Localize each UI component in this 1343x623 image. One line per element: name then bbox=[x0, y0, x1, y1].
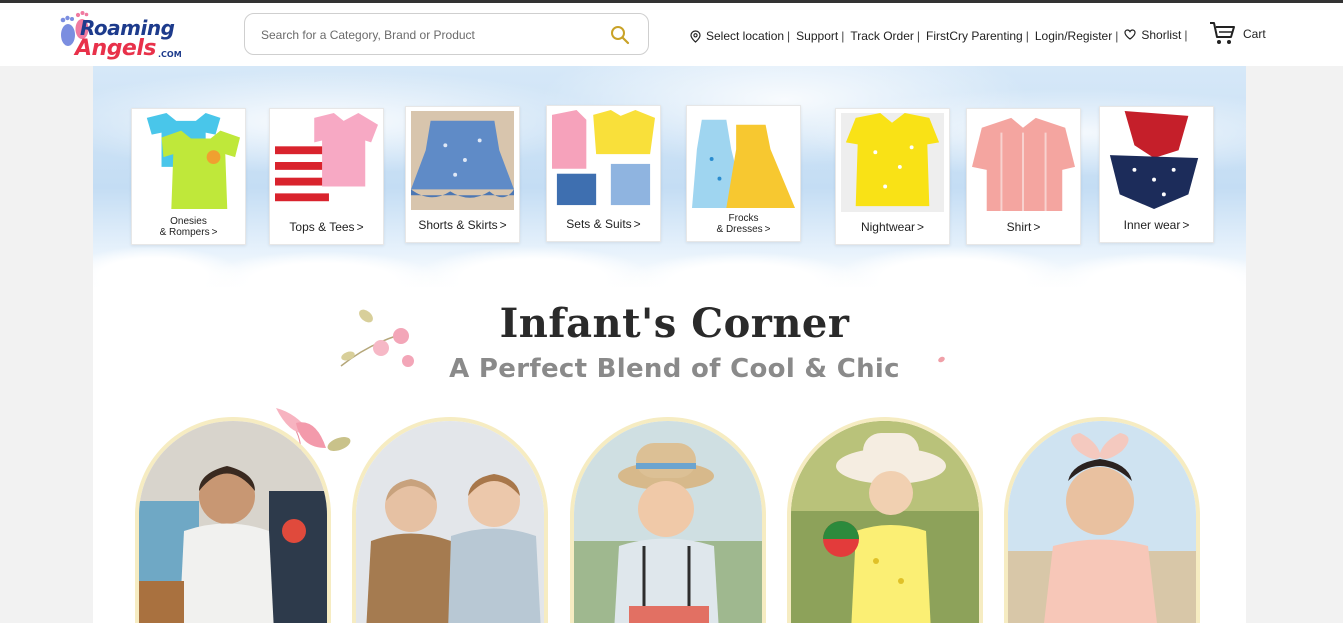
infant-product-card[interactable] bbox=[570, 417, 766, 623]
category-sets-suits[interactable]: Sets & Suits > bbox=[546, 105, 661, 242]
nav-separator: | bbox=[787, 29, 791, 43]
category-image bbox=[411, 111, 514, 210]
infant-product-card[interactable] bbox=[1004, 417, 1200, 623]
infants-corner-section: Infant's Corner A Perfect Blend of Cool … bbox=[93, 288, 1246, 623]
category-shorts-skirts[interactable]: Shorts & Skirts > bbox=[405, 106, 520, 243]
category-image bbox=[841, 113, 944, 212]
category-label: Shorts & Skirts > bbox=[418, 217, 507, 232]
site-logo[interactable]: Roaming Angels .COM bbox=[58, 6, 208, 62]
location-pin-icon bbox=[690, 29, 701, 43]
section-title: Infant's Corner bbox=[499, 300, 850, 347]
search-box bbox=[244, 13, 649, 55]
category-shirt[interactable]: Shirt > bbox=[966, 108, 1081, 245]
category-image bbox=[552, 110, 655, 209]
category-image bbox=[692, 110, 795, 209]
logo-text-com: .COM bbox=[158, 50, 182, 59]
nav-separator: | bbox=[841, 29, 845, 43]
nav-label: Shorlist bbox=[1141, 27, 1182, 42]
category-inner-wear[interactable]: Inner wear > bbox=[1099, 106, 1214, 243]
category-image bbox=[137, 113, 240, 212]
nav-shortlist[interactable]: Shorlist bbox=[1124, 28, 1181, 42]
category-image bbox=[1105, 111, 1208, 210]
category-nightwear[interactable]: Nightwear > bbox=[835, 108, 950, 245]
nav-label: Track Order bbox=[850, 29, 914, 43]
nav-separator: | bbox=[1025, 29, 1029, 43]
cart-button[interactable]: Cart bbox=[1209, 21, 1266, 46]
nav-separator: | bbox=[1115, 29, 1119, 43]
category-banner: Onesies & Rompers > Tops & Tees > Shorts… bbox=[93, 66, 1246, 288]
nav-separator: | bbox=[1184, 27, 1188, 42]
infant-product-card[interactable] bbox=[135, 417, 331, 623]
search-icon[interactable] bbox=[610, 25, 630, 45]
infant-product-card[interactable] bbox=[352, 417, 548, 623]
infant-product-card[interactable] bbox=[787, 417, 983, 623]
cart-label: Cart bbox=[1243, 26, 1266, 41]
category-label: Frocks & Dresses > bbox=[716, 213, 771, 235]
category-label: Inner wear > bbox=[1123, 217, 1190, 232]
category-image bbox=[275, 113, 378, 212]
top-nav: Select location | Support | Track Order … bbox=[690, 27, 1194, 45]
category-label: Sets & Suits > bbox=[566, 216, 641, 231]
nav-firstcry-parenting[interactable]: FirstCry Parenting bbox=[926, 29, 1023, 43]
nav-support[interactable]: Support bbox=[796, 29, 838, 43]
nav-label: Login/Register bbox=[1034, 29, 1113, 43]
category-onesies-rompers[interactable]: Onesies & Rompers > bbox=[131, 108, 246, 245]
search-input[interactable] bbox=[261, 24, 591, 46]
site-header: Roaming Angels .COM Select location | Su… bbox=[0, 3, 1343, 66]
category-image bbox=[972, 113, 1075, 212]
category-tops-tees[interactable]: Tops & Tees > bbox=[269, 108, 384, 245]
category-label: Shirt > bbox=[1006, 219, 1041, 234]
category-label: Onesies & Rompers > bbox=[159, 216, 218, 238]
category-frocks-dresses[interactable]: Frocks & Dresses > bbox=[686, 105, 801, 242]
category-label: Tops & Tees > bbox=[289, 219, 364, 234]
logo-text-angels: Angels bbox=[75, 36, 157, 61]
cart-icon bbox=[1210, 22, 1235, 44]
nav-label: Support bbox=[796, 29, 839, 43]
nav-label: FirstCry Parenting bbox=[926, 29, 1023, 43]
nav-select-location[interactable]: Select location bbox=[690, 29, 784, 43]
nav-separator: | bbox=[916, 29, 921, 43]
section-subtitle: A Perfect Blend of Cool & Chic bbox=[449, 354, 900, 384]
nav-label: Select location bbox=[706, 29, 785, 43]
heart-icon bbox=[1124, 29, 1136, 40]
nav-track-order[interactable]: Track Order bbox=[850, 29, 914, 43]
nav-login-register[interactable]: Login/Register bbox=[1035, 29, 1112, 43]
category-label: Nightwear > bbox=[860, 219, 925, 234]
